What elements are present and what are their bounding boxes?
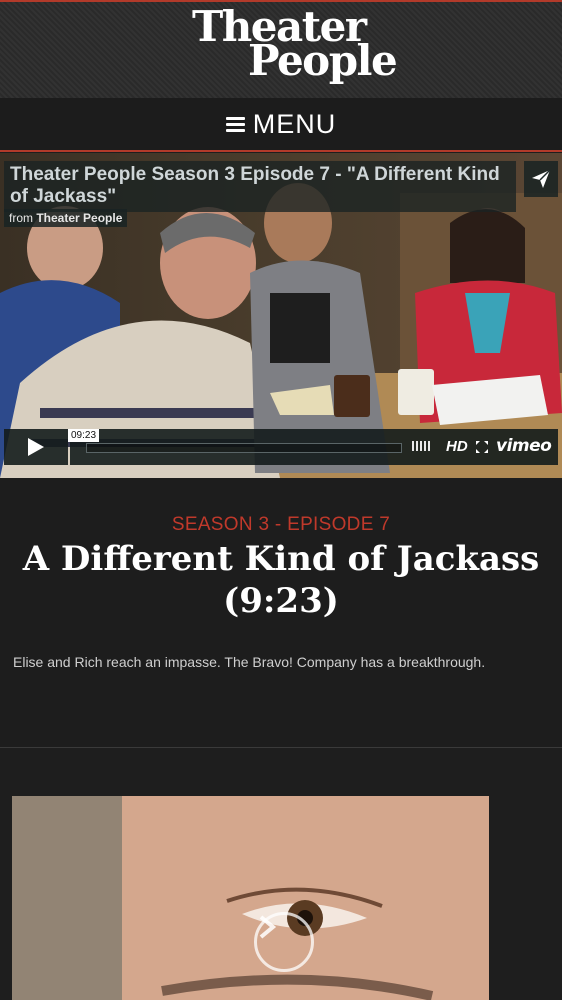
byline-prefix: from bbox=[9, 211, 33, 225]
share-button[interactable] bbox=[524, 161, 558, 197]
paper-plane-icon bbox=[532, 169, 551, 188]
video-byline[interactable]: from Theater People bbox=[4, 209, 128, 227]
chevron-right-icon bbox=[259, 915, 277, 939]
episode-thumbnail-image bbox=[12, 796, 489, 1000]
nav-bar: MENU bbox=[0, 98, 562, 152]
volume-control[interactable] bbox=[412, 441, 430, 451]
next-arrow-button[interactable] bbox=[254, 912, 314, 972]
video-title[interactable]: Theater People Season 3 Episode 7 - "A D… bbox=[4, 161, 516, 212]
fullscreen-icon[interactable] bbox=[476, 441, 488, 453]
hd-toggle[interactable]: HD bbox=[446, 438, 468, 455]
episode-label: SEASON 3 - EPISODE 7 bbox=[171, 514, 391, 535]
site-header: Theater People bbox=[0, 0, 562, 98]
logo-line-2: People bbox=[248, 36, 398, 85]
episode-description: Elise and Rich reach an impasse. The Bra… bbox=[13, 654, 486, 670]
hamburger-icon bbox=[225, 116, 245, 132]
menu-label: MENU bbox=[252, 108, 337, 139]
time-tooltip: 09:23 bbox=[68, 429, 100, 442]
episode-title: A Different Kind of Jackass (9:23) bbox=[22, 539, 540, 621]
video-player[interactable]: Theater People Season 3 Episode 7 - "A D… bbox=[0, 153, 562, 478]
progress-track[interactable] bbox=[86, 443, 402, 453]
play-icon bbox=[28, 438, 44, 456]
vimeo-logo[interactable]: vimeo bbox=[496, 436, 552, 456]
episode-info: SEASON 3 - EPISODE 7 A Different Kind of… bbox=[0, 478, 562, 748]
menu-button[interactable]: MENU bbox=[225, 108, 337, 140]
next-episode-card[interactable] bbox=[12, 796, 489, 1000]
site-logo[interactable]: Theater People bbox=[192, 6, 398, 82]
play-button[interactable] bbox=[4, 429, 68, 465]
byline-channel[interactable]: Theater People bbox=[36, 211, 122, 225]
timeline-bar: HD vimeo bbox=[70, 429, 558, 465]
